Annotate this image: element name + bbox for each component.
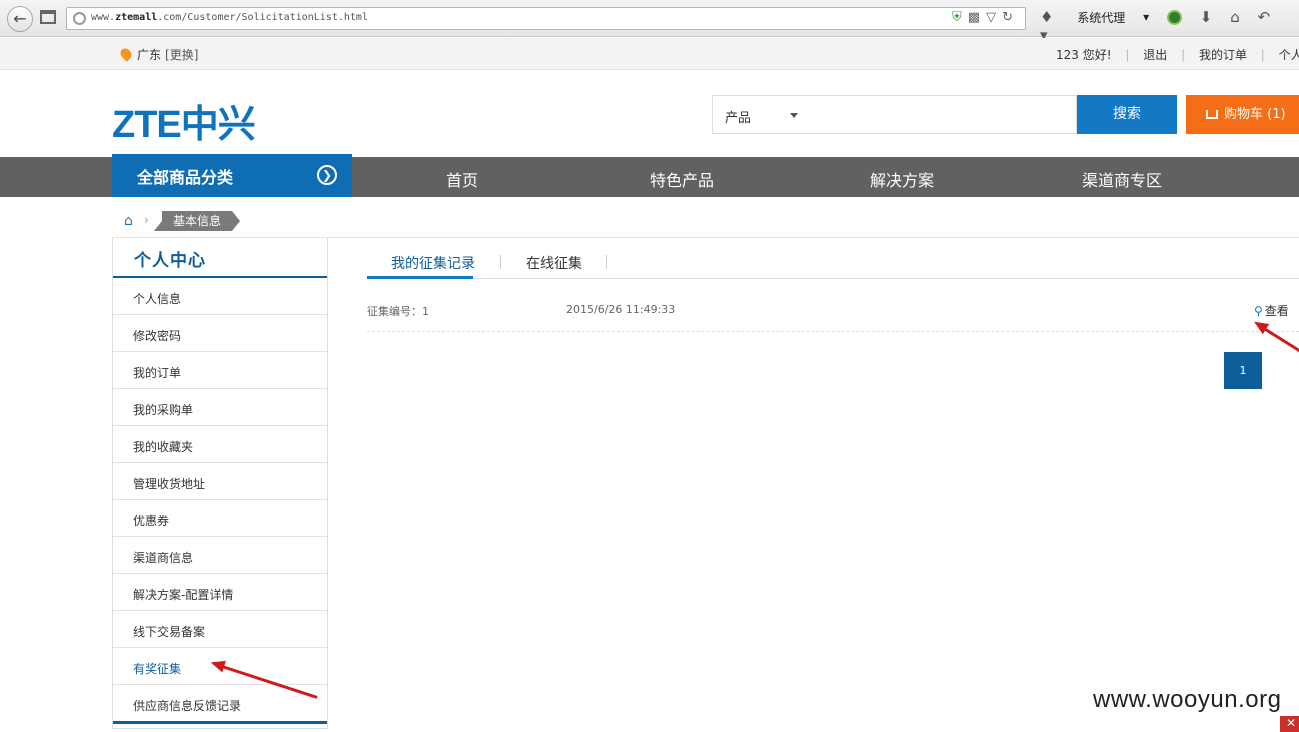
view-link[interactable]: ⚲ 查看 [1254, 302, 1289, 319]
sidebar-item-addresses[interactable]: 管理收货地址 [113, 463, 327, 500]
search-input[interactable] [808, 95, 1077, 134]
extension-icon[interactable]: ♦ [1040, 8, 1053, 26]
cart-label: 购物车 (1) [1224, 107, 1286, 122]
magnifier-icon: ⚲ [1254, 304, 1263, 318]
qr-code-icon[interactable]: ▩ [968, 10, 986, 25]
record-number: 征集编号：1 [367, 305, 429, 318]
divider [606, 255, 607, 269]
nav-item-home[interactable]: 首页 [446, 167, 478, 191]
divider: | [1260, 48, 1265, 62]
cart-button[interactable]: 购物车 (1) [1186, 95, 1299, 134]
address-bar-icons: ⛨▩▽↻ [952, 10, 1019, 25]
breadcrumb-current[interactable]: 基本信息 [154, 211, 240, 231]
globe-icon [73, 12, 86, 25]
download-icon[interactable]: ⬇ [1200, 8, 1213, 26]
security-icon[interactable] [1166, 9, 1182, 25]
cart-icon [1206, 110, 1218, 119]
sidebar-item-personal-info[interactable]: 个人信息 [113, 278, 327, 315]
proxy-selector[interactable]: 系统代理 ▾ [1077, 9, 1149, 26]
close-icon[interactable]: ✕ [1280, 716, 1299, 732]
sidebar-item-solution-config[interactable]: 解决方案-配置详情 [113, 574, 327, 611]
location-name: 广东 [137, 48, 162, 62]
sidebar-title: 个人中心 [113, 238, 327, 278]
browser-right-tools: ♦ 系统代理 ▾ ⬇ ⌂ ↶ ▾ [1040, 8, 1299, 44]
site-topbar: 广东[更换] 123 您好! | 退出 | 我的订单 | 个人信息 [0, 38, 1299, 70]
divider: | [1125, 48, 1130, 62]
logout-link[interactable]: 退出 [1143, 48, 1167, 62]
personal-info-link[interactable]: 个人信息 [1279, 48, 1299, 62]
all-categories-label: 全部商品分类 [137, 168, 234, 187]
divider [367, 278, 1299, 279]
tab-my-solicitation-records[interactable]: 我的征集记录 [391, 253, 475, 273]
sidebar-item-offline-records[interactable]: 线下交易备案 [113, 611, 327, 648]
dropdown-icon[interactable]: ▽ [986, 10, 1002, 25]
tab-online-solicitation[interactable]: 在线征集 [526, 253, 582, 273]
sidebar: 个人中心 个人信息 修改密码 我的订单 我的采购单 我的收藏夹 管理收货地址 优… [112, 238, 328, 729]
search-button[interactable]: 搜索 [1077, 95, 1177, 134]
my-orders-link[interactable]: 我的订单 [1199, 48, 1247, 62]
nav-item-solutions[interactable]: 解决方案 [870, 167, 934, 191]
active-tab-indicator [367, 276, 473, 279]
chevron-right-icon: › [144, 213, 149, 227]
sidebar-item-purchase-list[interactable]: 我的采购单 [113, 389, 327, 426]
sidebar-item-favorites[interactable]: 我的收藏夹 [113, 426, 327, 463]
divider [500, 255, 501, 269]
proxy-label: 系统代理 [1077, 10, 1126, 25]
user-links: 123 您好! | 退出 | 我的订单 | 个人信息 [1056, 46, 1299, 63]
nav-item-channel-zone[interactable]: 渠道商专区 [1082, 167, 1162, 191]
divider: | [1181, 48, 1186, 62]
view-label: 查看 [1264, 304, 1289, 318]
back-arrow-icon[interactable]: ← [7, 6, 33, 32]
chevron-right-icon: ❯ [317, 165, 337, 185]
record-time: 2015/6/26 11:49:33 [566, 303, 676, 316]
search-category-select[interactable]: 产品 [712, 95, 809, 134]
divider [113, 721, 327, 724]
sidebar-item-my-orders[interactable]: 我的订单 [113, 352, 327, 389]
location-selector: 广东 [更换] [118, 46, 198, 63]
reload-icon[interactable]: ↻ [1002, 10, 1019, 25]
zte-logo[interactable]: ZTE中兴 [112, 93, 256, 148]
sidebar-item-coupons[interactable]: 优惠券 [113, 500, 327, 537]
greeting-text: 123 您好! [1056, 48, 1112, 62]
address-bar[interactable]: www.ztemall.com/Customer/SolicitationLis… [66, 7, 1026, 30]
home-icon[interactable]: ⌂ [1230, 8, 1240, 26]
chevron-down-icon [790, 113, 798, 118]
nav-item-featured-products[interactable]: 特色产品 [650, 167, 714, 191]
tabs-icon[interactable] [40, 10, 56, 24]
all-categories-button[interactable]: 全部商品分类 ❯ [112, 154, 352, 197]
watermark: www.wooyun.org [1093, 686, 1282, 713]
search-category-value: 产品 [725, 111, 752, 126]
browser-toolbar: ← www.ztemall.com/Customer/SolicitationL… [0, 0, 1299, 44]
undo-icon[interactable]: ↶ [1258, 8, 1271, 26]
shield-icon[interactable]: ⛨ [952, 10, 968, 25]
change-location-link[interactable]: [更换] [165, 48, 198, 62]
sidebar-item-change-password[interactable]: 修改密码 [113, 315, 327, 352]
url-text: www.ztemall.com/Customer/SolicitationLis… [91, 12, 368, 23]
pagination-page[interactable]: 1 [1224, 352, 1262, 389]
divider [367, 331, 1299, 332]
sidebar-item-channel-info[interactable]: 渠道商信息 [113, 537, 327, 574]
home-icon[interactable]: ⌂ [124, 213, 133, 229]
location-pin-icon [118, 46, 134, 62]
